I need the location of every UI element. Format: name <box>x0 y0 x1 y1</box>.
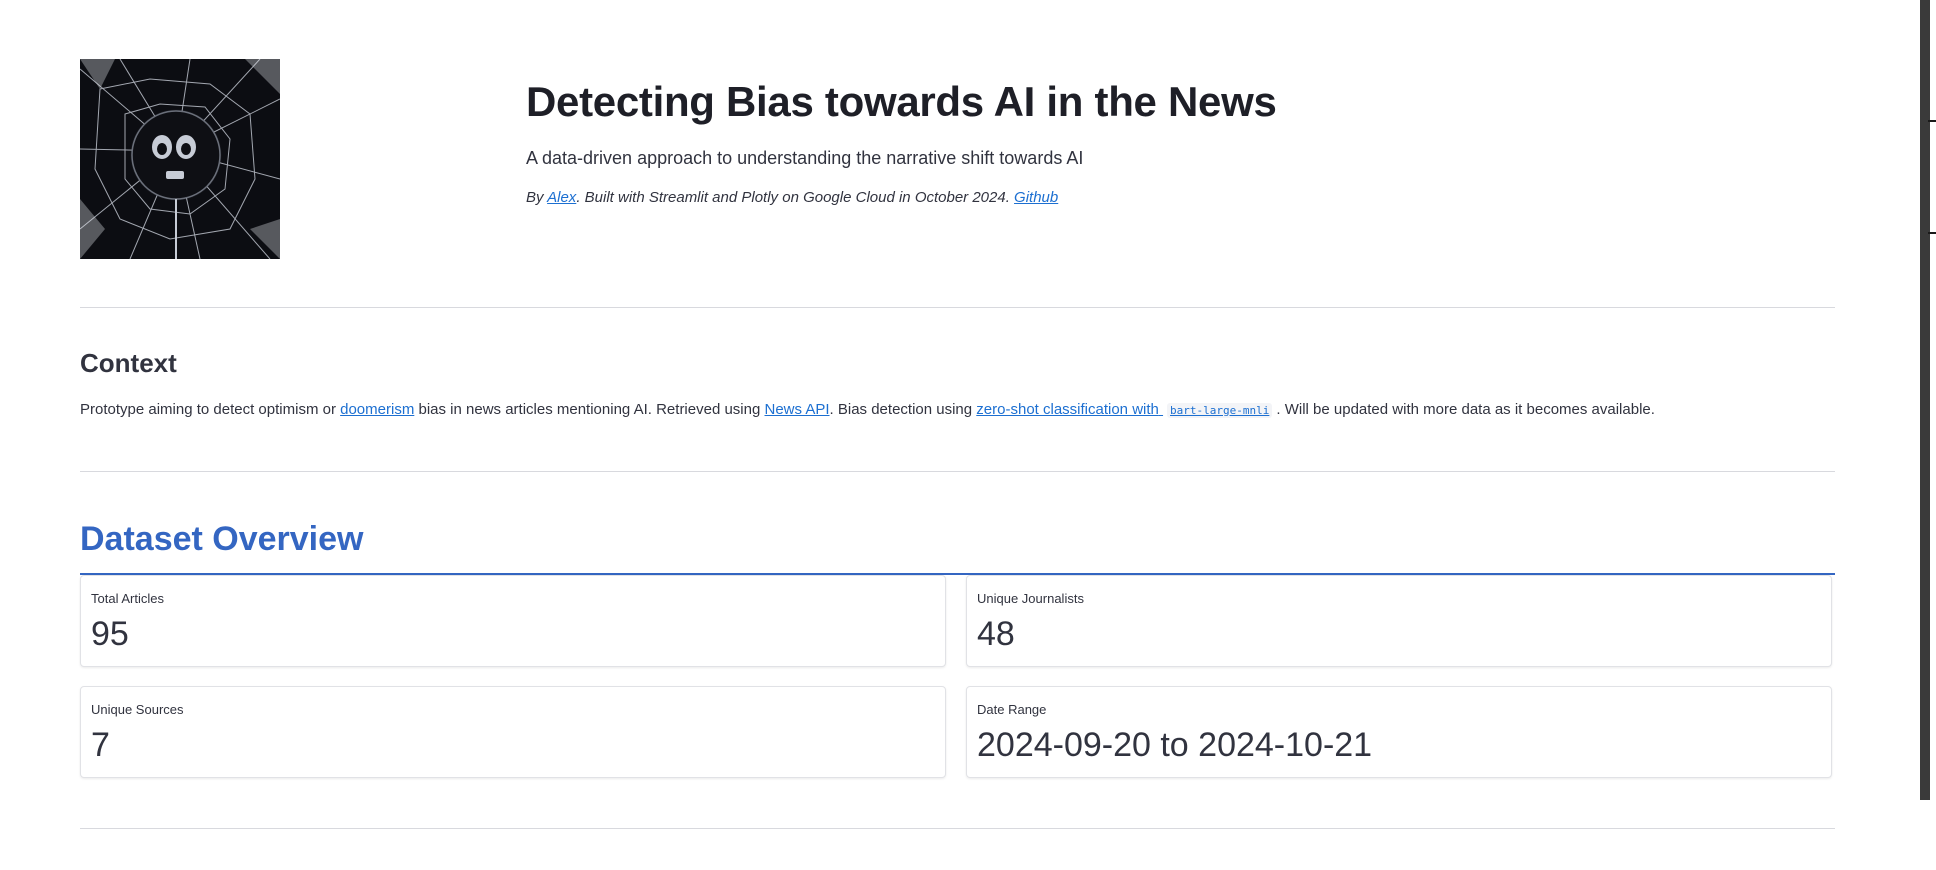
metric-value: 7 <box>91 726 110 764</box>
context-heading: Context <box>80 348 177 378</box>
scrollbar-marker <box>1928 232 1936 234</box>
shattered-glass-skull-icon <box>80 59 280 259</box>
news-api-link[interactable]: News API <box>765 401 830 418</box>
byline: By Alex. Built with Streamlit and Plotly… <box>526 189 1277 206</box>
author-link[interactable]: Alex <box>547 189 576 206</box>
metric-value: 95 <box>91 615 129 653</box>
metric-value: 48 <box>977 615 1015 653</box>
metric-label: Date Range <box>977 702 1047 717</box>
metric-label: Total Articles <box>91 591 164 606</box>
model-code: bart-large-mnli <box>1167 403 1273 418</box>
byline-middle: . Built with Streamlit and Plotly on Goo… <box>576 189 1015 206</box>
title-block: Detecting Bias towards AI in the News A … <box>526 78 1277 206</box>
overview-heading: Dataset Overview <box>80 520 364 558</box>
github-link[interactable]: Github <box>1014 189 1058 206</box>
zero-shot-link-text: zero-shot classification with <box>976 401 1159 418</box>
metric-total-articles: Total Articles 95 <box>80 575 946 667</box>
context-text-4: . Will be updated with more data as it b… <box>1276 401 1655 418</box>
byline-prefix: By <box>526 189 548 206</box>
doomerism-link[interactable]: doomerism <box>340 401 414 418</box>
metric-date-range: Date Range 2024-09-20 to 2024-10-21 <box>966 686 1832 778</box>
context-text-1: Prototype aiming to detect optimism or <box>80 401 341 418</box>
divider <box>80 828 1835 829</box>
page-title: Detecting Bias towards AI in the News <box>526 78 1277 125</box>
metric-label: Unique Sources <box>91 702 184 717</box>
page-subtitle: A data-driven approach to understanding … <box>526 148 1084 168</box>
app-page: Detecting Bias towards AI in the News A … <box>0 0 1936 870</box>
zero-shot-link[interactable]: zero-shot classification with bart-large… <box>976 401 1276 418</box>
metric-label: Unique Journalists <box>977 591 1084 606</box>
divider <box>80 471 1835 472</box>
page-header: Detecting Bias towards AI in the News A … <box>80 0 1835 300</box>
context-paragraph: Prototype aiming to detect optimism or d… <box>80 401 1655 418</box>
context-text-2: bias in news articles mentioning AI. Ret… <box>414 401 765 418</box>
metric-unique-sources: Unique Sources 7 <box>80 686 946 778</box>
main-content: Detecting Bias towards AI in the News A … <box>80 0 1835 829</box>
context-text-3: . Bias detection using <box>829 401 977 418</box>
divider <box>80 307 1835 308</box>
metric-unique-journalists: Unique Journalists 48 <box>966 575 1832 667</box>
metric-value: 2024-09-20 to 2024-10-21 <box>977 726 1373 764</box>
scrollbar-marker <box>1928 120 1936 122</box>
